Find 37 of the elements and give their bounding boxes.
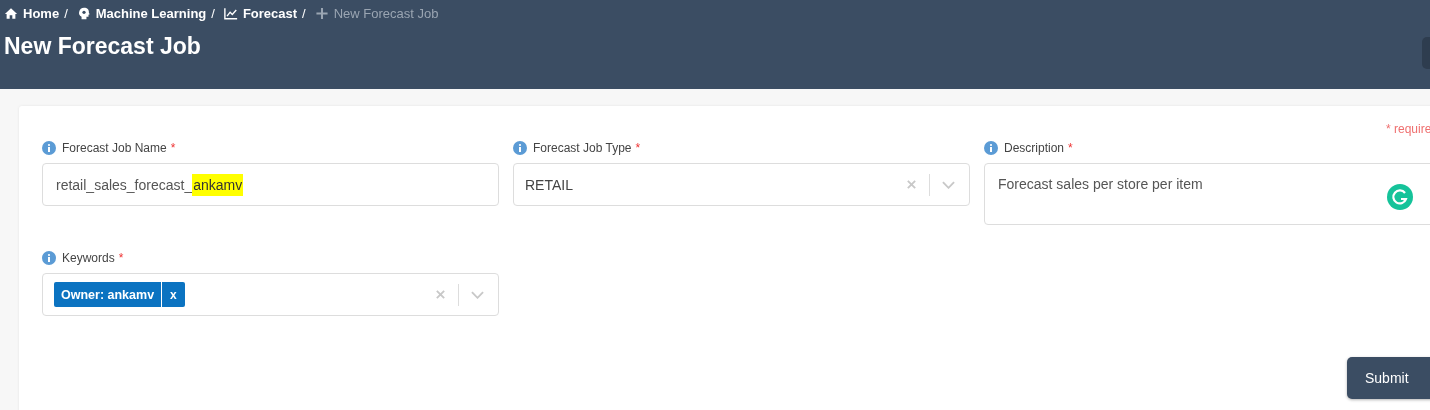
grammar-assistant-icon[interactable]: [1387, 184, 1413, 210]
field-label: Description: [1004, 141, 1065, 155]
page-title: New Forecast Job: [4, 33, 202, 60]
clear-icon[interactable]: [435, 289, 446, 300]
required-asterisk: *: [1068, 141, 1073, 155]
plus-icon: [314, 7, 329, 20]
info-icon: [42, 251, 56, 265]
breadcrumb-link[interactable]: Home: [4, 6, 60, 21]
chevron-down-icon[interactable]: [471, 290, 484, 299]
chevron-down-icon[interactable]: [942, 180, 955, 189]
breadcrumb-link[interactable]: Machine Learning: [76, 6, 207, 21]
info-icon: [42, 141, 56, 155]
line-chart-icon: [223, 7, 238, 20]
info-icon: [984, 141, 998, 155]
required-asterisk: *: [118, 251, 124, 265]
submit-button[interactable]: Submit: [1347, 357, 1430, 399]
info-icon: [513, 141, 527, 155]
name-field[interactable]: retail_sales_forecast_ankamv: [42, 163, 499, 206]
tag-remove-button[interactable]: x: [161, 282, 185, 307]
breadcrumb-separator: /: [211, 6, 215, 21]
breadcrumb-separator: /: [64, 6, 68, 21]
field-label: Forecast Job Type: [533, 141, 632, 155]
breadcrumb-link[interactable]: Forecast: [223, 6, 298, 21]
breadcrumb-separator: /: [302, 6, 306, 21]
head-icon: [76, 7, 91, 20]
required-asterisk: *: [635, 141, 641, 155]
tag-label: Owner: ankamv: [60, 287, 156, 302]
required-note: * require: [1386, 122, 1430, 136]
description-field[interactable]: Forecast sales per store per item: [984, 163, 1430, 225]
type-dropdown[interactable]: RETAIL: [513, 163, 970, 206]
field-label: Keywords: [62, 251, 115, 265]
field-label: Forecast Job Name: [62, 141, 167, 155]
clear-icon[interactable]: [906, 179, 917, 190]
breadcrumb-link[interactable]: New Forecast Job: [314, 6, 439, 21]
home-icon: [4, 7, 18, 20]
required-asterisk: *: [170, 141, 176, 155]
keywords-field[interactable]: Owner: ankamv x: [42, 273, 499, 316]
